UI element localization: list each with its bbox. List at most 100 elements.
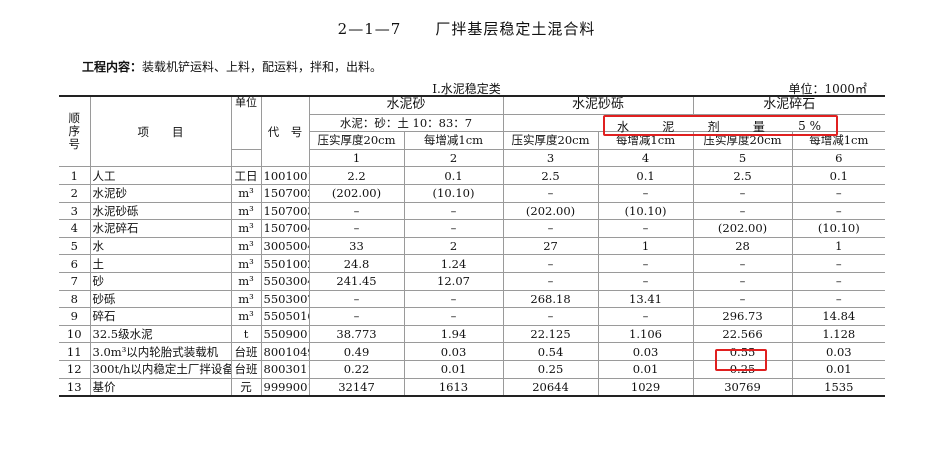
- column-number: 2: [403, 148, 504, 168]
- item-name: 人工: [89, 166, 232, 185]
- section-number: 2—1—7: [337, 20, 402, 38]
- quota-value: –: [597, 271, 694, 291]
- item-code: 5503007: [260, 289, 310, 309]
- quota-value: 0.1: [403, 166, 504, 185]
- group-cement-gravel: 水泥砂砾: [502, 94, 694, 115]
- item-code: 8001049: [260, 342, 310, 361]
- quota-value: 1613: [403, 377, 504, 398]
- table-row: 9碎石m³5505016––––296.7314.84: [59, 307, 886, 326]
- row-number: 6: [59, 254, 91, 273]
- item-unit: m³: [230, 201, 262, 221]
- highlight-box-cement-dose: [603, 115, 838, 136]
- row-number: 7: [59, 271, 91, 291]
- item-unit: 工日: [230, 166, 262, 185]
- quota-value: 22.566: [692, 324, 793, 344]
- item-name: 300t/h以内稳定土厂拌设备: [89, 359, 232, 379]
- row-number: 2: [59, 183, 91, 203]
- quota-value: 30769: [692, 377, 793, 398]
- item-name: 水泥砂砾: [89, 201, 232, 221]
- item-code: 1507003: [260, 201, 310, 221]
- quota-value: 0.03: [597, 342, 694, 361]
- quota-value: 0.22: [308, 359, 405, 379]
- item-name: 砂砾: [89, 289, 232, 309]
- quota-value: 0.25: [502, 359, 599, 379]
- item-name: 水泥砂: [89, 183, 232, 203]
- quota-value: 33: [308, 236, 405, 256]
- quota-value: –: [791, 183, 886, 203]
- table-row: 8砂砾m³5503007––268.1813.41––: [59, 289, 886, 309]
- quota-value: 296.73: [692, 307, 793, 326]
- quota-value: –: [502, 307, 599, 326]
- column-number: 5: [692, 148, 793, 168]
- item-name: 水: [89, 236, 232, 256]
- section-title: 厂拌基层稳定土混合料: [435, 20, 596, 38]
- quota-value: 27: [502, 236, 599, 256]
- quota-value: –: [502, 271, 599, 291]
- quota-value: 0.49: [308, 342, 405, 361]
- row-number: 4: [59, 219, 91, 238]
- quota-value: –: [692, 254, 793, 273]
- quota-value: –: [403, 201, 504, 221]
- table-row: 13基价元9999001321471613206441029307691535: [59, 377, 886, 398]
- item-name: 碎石: [89, 307, 232, 326]
- item-code: 5509001: [260, 324, 310, 344]
- quota-value: 1: [791, 236, 886, 256]
- quota-value: 2.2: [308, 166, 405, 185]
- quota-value: –: [403, 289, 504, 309]
- quota-value: –: [692, 271, 793, 291]
- quota-value: 20644: [502, 377, 599, 398]
- quota-value: –: [692, 289, 793, 309]
- quota-value: 0.1: [597, 166, 694, 185]
- quota-value: –: [308, 201, 405, 221]
- quota-value: 24.8: [308, 254, 405, 273]
- table-row: 4水泥碎石m³1507004––––(202.00)(10.10): [59, 219, 886, 238]
- quota-value: –: [692, 201, 793, 221]
- item-unit: 台班: [230, 342, 262, 361]
- quota-value: 2.5: [692, 166, 793, 185]
- header-item: 项 目: [89, 95, 232, 168]
- row-number: 8: [59, 289, 91, 309]
- row-number: 13: [59, 377, 91, 398]
- work-scope: 工程内容：装载机铲运料、上料，配运料，拌和，出料。: [82, 58, 382, 75]
- quota-value: 2: [403, 236, 504, 256]
- column-number: 4: [597, 148, 694, 168]
- work-scope-text: 装载机铲运料、上料，配运料，拌和，出料。: [142, 60, 383, 74]
- quota-value: 1535: [791, 377, 886, 398]
- item-code: 1507002: [260, 183, 310, 203]
- item-unit: 台班: [230, 359, 262, 379]
- quota-value: 0.01: [597, 359, 694, 379]
- item-unit: 元: [230, 377, 262, 398]
- item-unit: m³: [230, 183, 262, 203]
- row-number: 10: [59, 324, 91, 344]
- column-number: 3: [502, 148, 599, 168]
- item-code: 5501002: [260, 254, 310, 273]
- quota-value: 12.07: [403, 271, 504, 291]
- quota-value: 1.24: [403, 254, 504, 273]
- row-number: 12: [59, 359, 91, 379]
- quota-value: (10.10): [791, 219, 886, 238]
- work-scope-label: 工程内容：: [82, 60, 143, 74]
- item-code: 9999001: [260, 377, 310, 398]
- quota-value: 1.128: [791, 324, 886, 344]
- quota-value: –: [791, 271, 886, 291]
- item-name: 基价: [89, 377, 232, 398]
- quota-value: –: [308, 307, 405, 326]
- quota-value: –: [692, 183, 793, 203]
- quota-value: –: [597, 254, 694, 273]
- item-code: 5503004: [260, 271, 310, 291]
- quota-value: –: [403, 307, 504, 326]
- page-title: 2—1—7 厂拌基层稳定土混合料: [0, 18, 933, 39]
- quota-value: –: [502, 254, 599, 273]
- highlight-box-cement-amount: [715, 349, 767, 371]
- header-row-1: 顺序号 项 目 单位 代 号 水泥砂 水泥砂砾 水泥碎石: [59, 94, 886, 168]
- quota-value: 1.106: [597, 324, 694, 344]
- item-unit: m³: [230, 289, 262, 309]
- item-unit: m³: [230, 307, 262, 326]
- quota-value: 0.54: [502, 342, 599, 361]
- item-unit: m³: [230, 271, 262, 291]
- row-number: 5: [59, 236, 91, 256]
- unit-empty: [230, 148, 262, 168]
- quota-value: –: [502, 183, 599, 203]
- table-row: 1人工工日10010012.20.12.50.12.50.1: [59, 166, 886, 185]
- item-name: 水泥碎石: [89, 219, 232, 238]
